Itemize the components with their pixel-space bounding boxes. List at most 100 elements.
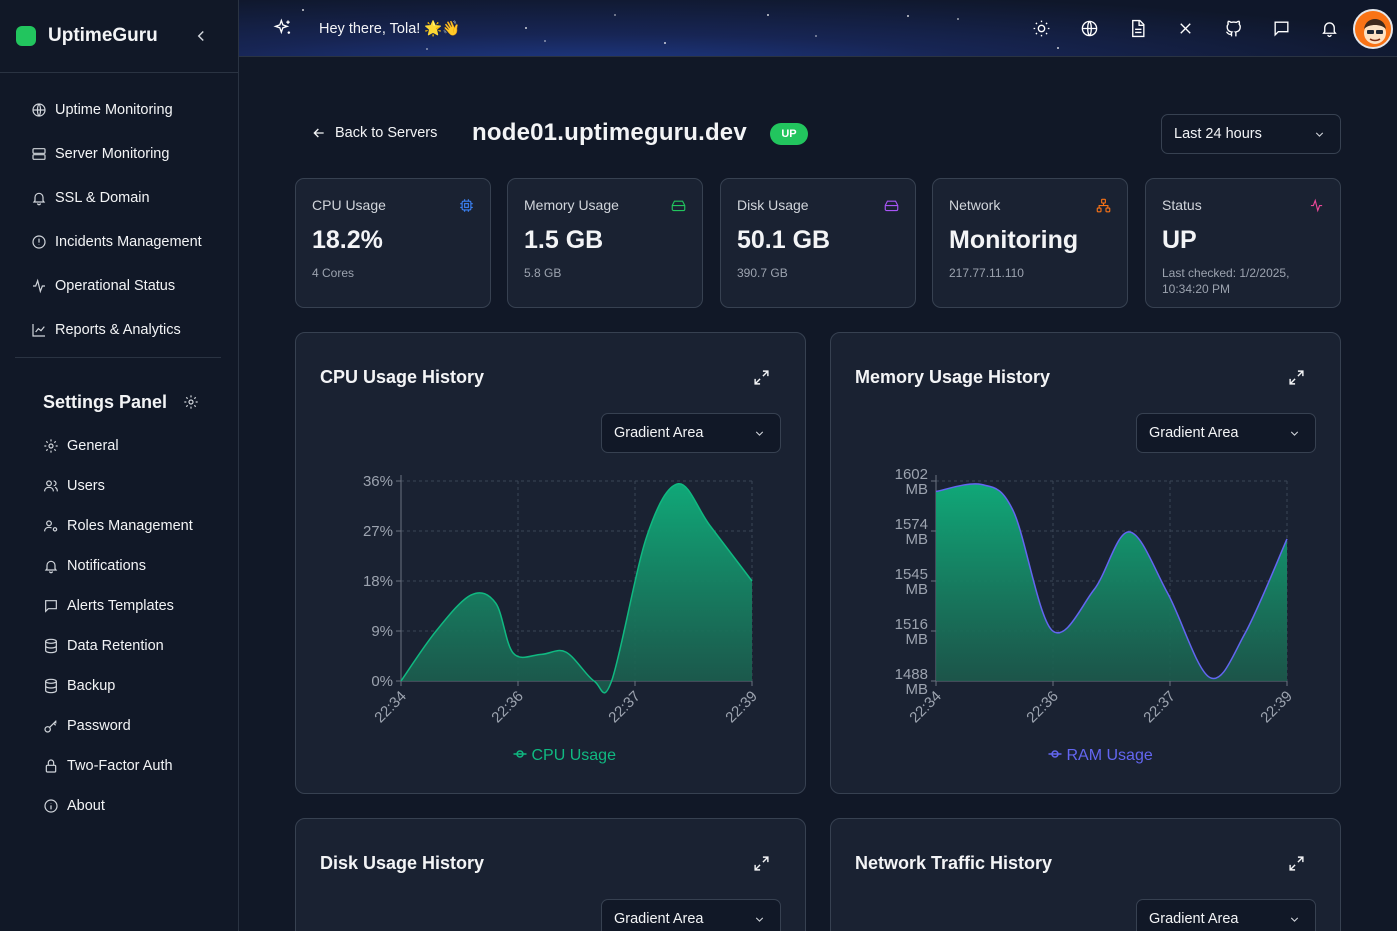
notifications-button[interactable] bbox=[1305, 0, 1353, 56]
y-tick-unit: MB bbox=[906, 481, 929, 498]
settings-item-alert-templates[interactable]: Alerts Templates bbox=[0, 586, 238, 626]
x-tick-label: 22:36 bbox=[488, 688, 527, 727]
x-tick-label: 22:34 bbox=[371, 688, 410, 727]
y-tick-unit: MB bbox=[906, 531, 929, 548]
expand-icon[interactable] bbox=[1288, 855, 1305, 872]
expand-icon[interactable] bbox=[753, 855, 770, 872]
sparkles-icon[interactable] bbox=[273, 18, 293, 38]
gear-icon[interactable] bbox=[183, 394, 199, 410]
cpu-chart: 0% 9% 18% 27% 36% 22:34 22:36 22:37 22:39 CPU Usa… bbox=[363, 473, 761, 764]
stat-card-cpu: CPU Usage 18.2% 4 Cores bbox=[295, 178, 491, 308]
settings-item-label: Users bbox=[67, 478, 105, 494]
settings-item-label: General bbox=[67, 438, 119, 454]
settings-item-backup[interactable]: Backup bbox=[0, 666, 238, 706]
theme-toggle-button[interactable] bbox=[1017, 0, 1065, 56]
language-button[interactable] bbox=[1065, 0, 1113, 56]
settings-item-label: Two-Factor Auth bbox=[67, 758, 173, 774]
nav-item-incidents[interactable]: Incidents Management bbox=[0, 220, 238, 264]
bell-icon bbox=[44, 560, 58, 574]
chart-mode-value: Gradient Area bbox=[614, 425, 704, 441]
x-tick-label: 22:37 bbox=[1140, 688, 1179, 727]
settings-item-label: Data Retention bbox=[67, 638, 164, 654]
stat-card-memory: Memory Usage 1.5 GB 5.8 GB bbox=[507, 178, 703, 308]
file-text-icon bbox=[1131, 19, 1145, 38]
x-tick-label: 22:36 bbox=[1023, 688, 1062, 727]
y-tick-label: 36% bbox=[363, 473, 393, 490]
nav-item-label: Uptime Monitoring bbox=[55, 102, 173, 118]
users-icon bbox=[44, 480, 58, 492]
stat-card-disk: Disk Usage 50.1 GB 390.7 GB bbox=[720, 178, 916, 308]
nav-item-ssl-domain[interactable]: SSL & Domain bbox=[0, 176, 238, 220]
chevron-left-icon[interactable] bbox=[192, 27, 210, 45]
github-button[interactable] bbox=[1209, 0, 1257, 56]
expand-icon[interactable] bbox=[1288, 369, 1305, 386]
x-tick-label: 22:39 bbox=[1257, 688, 1296, 727]
nav-item-label: Incidents Management bbox=[55, 234, 202, 250]
settings-item-users[interactable]: Users bbox=[0, 466, 238, 506]
nav-item-label: SSL & Domain bbox=[55, 190, 150, 206]
settings-item-two-factor[interactable]: Two-Factor Auth bbox=[0, 746, 238, 786]
time-range-value: Last 24 hours bbox=[1174, 126, 1262, 142]
nav-item-server-monitoring[interactable]: Server Monitoring bbox=[0, 132, 238, 176]
hard-drive-icon bbox=[884, 200, 899, 212]
settings-panel-heading: Settings Panel bbox=[0, 380, 238, 424]
stat-value: Monitoring bbox=[949, 226, 1079, 254]
nav-item-operational-status[interactable]: Operational Status bbox=[0, 264, 238, 308]
x-tick-label: 22:37 bbox=[605, 688, 644, 727]
stat-label: CPU Usage bbox=[312, 197, 386, 213]
stat-value: 50.1 GB bbox=[737, 226, 831, 254]
stat-sub: 217.77.11.110 bbox=[949, 266, 1024, 280]
alert-circle-icon bbox=[32, 235, 46, 249]
activity-icon bbox=[1310, 198, 1323, 213]
chart-mode-select[interactable]: Gradient Area bbox=[601, 899, 781, 931]
gear-icon bbox=[44, 439, 58, 453]
settings-item-roles[interactable]: Roles Management bbox=[0, 506, 238, 546]
nav-item-label: Reports & Analytics bbox=[55, 322, 181, 338]
settings-item-label: Backup bbox=[67, 678, 116, 694]
stat-sub: 4 Cores bbox=[312, 266, 355, 280]
cpu-icon bbox=[460, 199, 473, 212]
chart-mode-select[interactable]: Gradient Area bbox=[1136, 413, 1316, 453]
page-title: node01.uptimeguru.dev bbox=[472, 119, 747, 146]
network-history-card: Network Traffic History Gradient Area bbox=[830, 818, 1341, 931]
nav-item-uptime-monitoring[interactable]: Uptime Monitoring bbox=[0, 88, 238, 132]
chevron-down-icon bbox=[1315, 132, 1324, 137]
network-icon bbox=[1096, 198, 1111, 213]
x-social-button[interactable] bbox=[1161, 0, 1209, 56]
stat-value: 18.2% bbox=[312, 226, 383, 254]
docs-button[interactable] bbox=[1113, 0, 1161, 56]
nav-item-label: Server Monitoring bbox=[55, 146, 170, 162]
nav-item-label: Operational Status bbox=[55, 278, 176, 294]
settings-item-data-retention[interactable]: Data Retention bbox=[0, 626, 238, 666]
nav-item-reports[interactable]: Reports & Analytics bbox=[0, 308, 238, 352]
chevron-down-icon bbox=[755, 917, 764, 922]
message-square-icon bbox=[45, 600, 57, 613]
stat-card-network: Network Monitoring 217.77.11.110 bbox=[932, 178, 1128, 308]
settings-item-password[interactable]: Password bbox=[0, 706, 238, 746]
stat-sub: 5.8 GB bbox=[524, 266, 562, 280]
y-tick-unit: MB bbox=[906, 581, 929, 598]
expand-icon[interactable] bbox=[753, 369, 770, 386]
bell-icon bbox=[32, 192, 46, 206]
stat-value: 1.5 GB bbox=[524, 226, 604, 254]
stat-label: Disk Usage bbox=[737, 197, 809, 213]
memory-history-card: Memory Usage History Gradient Area 1488 M… bbox=[830, 332, 1341, 794]
back-to-servers-link[interactable]: Back to Servers bbox=[311, 125, 437, 141]
lock-icon bbox=[45, 759, 57, 773]
settings-item-general[interactable]: General bbox=[0, 426, 238, 466]
time-range-select[interactable]: Last 24 hours bbox=[1161, 114, 1341, 154]
chart-mode-select[interactable]: Gradient Area bbox=[601, 413, 781, 453]
github-icon bbox=[1225, 20, 1241, 37]
settings-item-about[interactable]: About bbox=[0, 786, 238, 826]
settings-item-notifications[interactable]: Notifications bbox=[0, 546, 238, 586]
line-chart-icon bbox=[32, 324, 45, 337]
messages-button[interactable] bbox=[1257, 0, 1305, 56]
settings-item-label: Alerts Templates bbox=[67, 598, 174, 614]
key-icon bbox=[44, 720, 57, 733]
info-icon bbox=[44, 799, 58, 813]
server-icon bbox=[32, 148, 46, 160]
chart-mode-select[interactable]: Gradient Area bbox=[1136, 899, 1316, 931]
message-square-icon bbox=[1273, 21, 1289, 37]
avatar[interactable] bbox=[1353, 9, 1393, 49]
y-tick-label: 9% bbox=[371, 623, 393, 640]
